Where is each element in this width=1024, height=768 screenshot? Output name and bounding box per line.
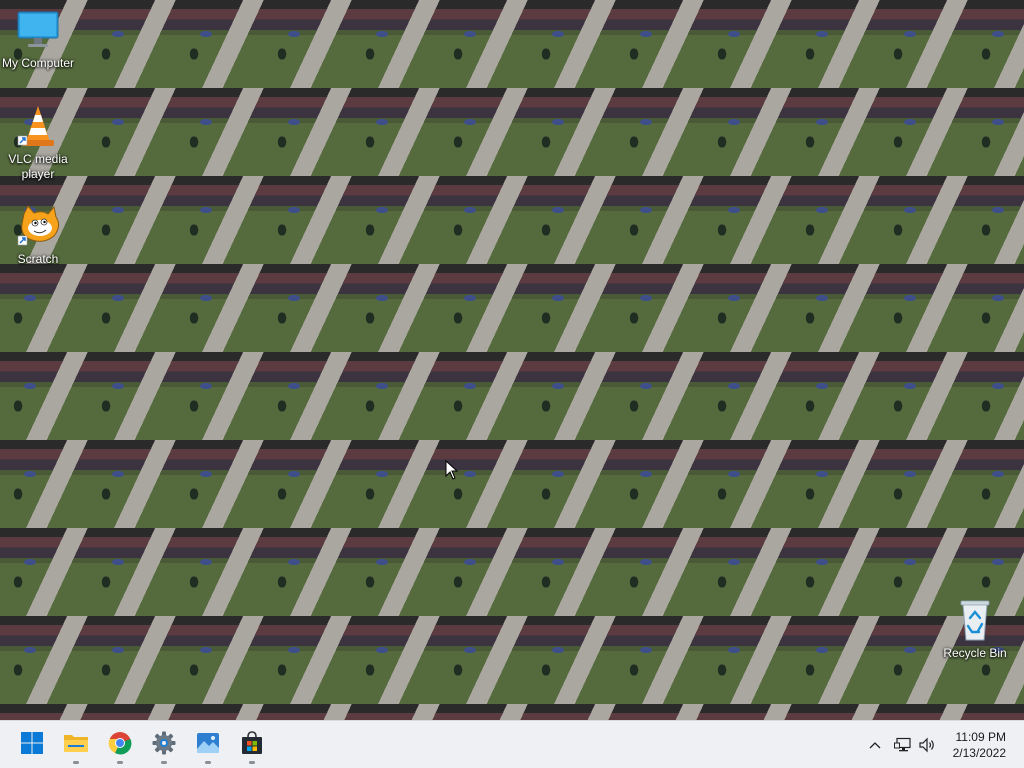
gear-icon — [152, 731, 176, 760]
photos-icon — [196, 731, 220, 760]
vlc-cone-icon — [14, 104, 62, 150]
desktop-icon-recycle-bin[interactable]: Recycle Bin — [937, 598, 1013, 661]
mouse-cursor-icon — [445, 459, 459, 480]
desktop-icon-vlc[interactable]: VLC media player — [0, 104, 76, 182]
taskbar-settings[interactable] — [144, 725, 184, 765]
chevron-up-icon[interactable] — [864, 741, 886, 749]
scratch-cat-icon — [14, 204, 62, 250]
running-indicator — [161, 761, 167, 764]
taskbar-file-explorer[interactable] — [56, 725, 96, 765]
taskbar-chrome[interactable] — [100, 725, 140, 765]
desktop-icon-scratch[interactable]: Scratch — [0, 204, 76, 267]
folder-icon — [63, 732, 89, 759]
clock-date: 2/13/2022 — [952, 746, 1006, 760]
desktop-icon-label: VLC media player — [8, 152, 68, 181]
desktop-wallpaper — [0, 0, 1024, 720]
desktop-icon-my-computer[interactable]: My Computer — [0, 8, 76, 71]
desktop-icon-label: Recycle Bin — [943, 646, 1007, 660]
windows-start-icon — [20, 731, 44, 760]
running-indicator — [205, 761, 211, 764]
store-bag-icon — [240, 730, 264, 760]
monitor-icon — [14, 8, 62, 54]
recycle-bin-icon — [951, 598, 999, 644]
taskbar-photos[interactable] — [188, 725, 228, 765]
running-indicator — [73, 761, 79, 764]
running-indicator — [117, 761, 123, 764]
desktop-icon-label: My Computer — [1, 56, 75, 70]
chrome-icon — [108, 731, 132, 760]
volume-icon[interactable] — [916, 737, 940, 753]
clock-time: 11:09 PM — [955, 730, 1006, 744]
start-button[interactable] — [12, 725, 52, 765]
network-icon[interactable] — [890, 737, 916, 753]
desktop-icon-label: Scratch — [17, 252, 59, 266]
taskbar: 11:09 PM 2/13/2022 — [0, 720, 1024, 768]
taskbar-store[interactable] — [232, 725, 272, 765]
running-indicator — [249, 761, 255, 764]
system-clock[interactable]: 11:09 PM 2/13/2022 — [953, 729, 1006, 761]
